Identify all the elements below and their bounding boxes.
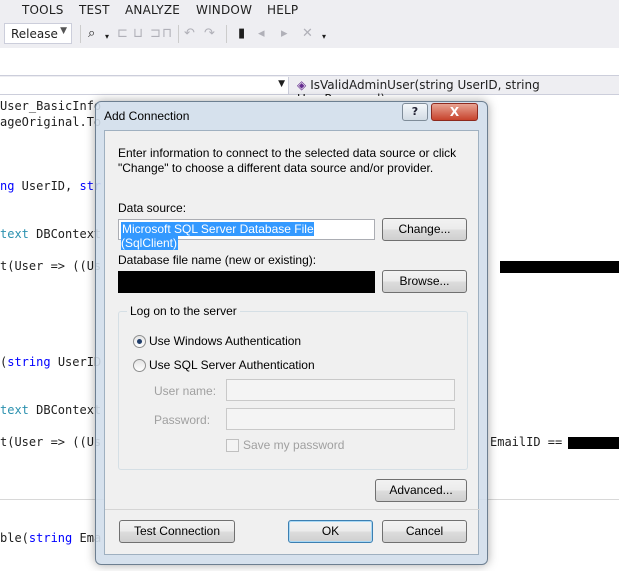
bookmark-icon[interactable]: ▮	[238, 26, 245, 41]
find-in-files-icon[interactable]: ⌕	[88, 26, 95, 41]
change-button[interactable]: Change...	[382, 218, 467, 241]
menu-analyze[interactable]: ANALYZE	[125, 3, 180, 17]
navigation-bar: ▼ ◈ IsValidAdminUser(string UserID, strin…	[0, 75, 619, 106]
redacted-block	[568, 437, 619, 449]
data-source-value: Microsoft SQL Server Database File (SqlC…	[121, 222, 314, 250]
db-file-input[interactable]	[118, 271, 375, 293]
ok-button[interactable]: OK	[288, 520, 373, 543]
password-label: Password:	[154, 413, 211, 427]
code-line: User_BasicInfo	[0, 99, 102, 113]
dropdown-arrow-icon[interactable]: ▾	[105, 32, 109, 41]
type-dropdown[interactable]: ▼	[0, 77, 289, 94]
cancel-button[interactable]: Cancel	[382, 520, 467, 543]
toolbar-separator	[80, 25, 81, 43]
password-input[interactable]	[226, 408, 455, 430]
redacted-block	[500, 261, 619, 273]
code-line: (string UserID	[0, 355, 101, 369]
help-button[interactable]: ?	[402, 103, 428, 121]
test-connection-button[interactable]: Test Connection	[119, 520, 235, 543]
menu-bar: TOOLS TEST ANALYZE WINDOW HELP	[0, 0, 619, 20]
code-line: t(User => ((Us	[0, 435, 102, 449]
db-file-label: Database file name (new or existing):	[118, 253, 317, 267]
align-bottom-icon[interactable]: ⊔	[133, 26, 143, 41]
uncomment-icon[interactable]: ↷	[204, 26, 215, 41]
code-text: UserID	[50, 355, 102, 369]
user-name-label: User name:	[154, 384, 217, 398]
method-icon: ◈	[297, 78, 307, 92]
dialog-separator	[105, 509, 480, 510]
code-line: ng UserID, str	[0, 179, 101, 193]
advanced-button[interactable]: Advanced...	[375, 479, 467, 502]
sql-auth-radio[interactable]	[133, 359, 146, 372]
browse-button[interactable]: Browse...	[382, 270, 467, 293]
code-text: UserID,	[14, 179, 80, 193]
align-top-icon[interactable]: ⊓	[162, 26, 172, 41]
toolbar: Release ▼ ⌕ ▾ ⊏ ⊔ ⊐ ⊓ ↶ ↷ ▮ ◂ ▸ ✕ ▾	[0, 20, 619, 48]
code-line: text DBContext	[0, 227, 101, 241]
prev-bookmark-icon[interactable]: ◂	[258, 26, 265, 41]
data-source-field[interactable]: Microsoft SQL Server Database File (SqlC…	[118, 219, 375, 250]
user-name-input[interactable]	[226, 379, 455, 401]
ide-window: TOOLS TEST ANALYZE WINDOW HELP Release ▼…	[0, 0, 619, 571]
save-password-label[interactable]: Save my password	[243, 438, 344, 452]
code-line: t(User => ((Us	[0, 259, 102, 273]
dialog-body: Enter information to connect to the sele…	[104, 130, 480, 555]
code-text: DBContext	[28, 227, 102, 241]
logon-group-title: Log on to the server	[127, 304, 240, 318]
sql-auth-label[interactable]: Use SQL Server Authentication	[149, 358, 315, 372]
solution-config-dropdown[interactable]: Release ▼	[4, 23, 72, 44]
code-text: ble(	[0, 531, 29, 545]
close-button[interactable]: X	[431, 103, 478, 121]
next-bookmark-icon[interactable]: ▸	[281, 26, 288, 41]
code-keyword: ng	[0, 179, 15, 193]
dialog-instructions: Enter information to connect to the sele…	[118, 146, 457, 175]
chevron-down-icon: ▼	[278, 79, 285, 89]
toolbar-separator	[226, 25, 227, 43]
solution-config-value: Release	[11, 27, 58, 41]
menu-test[interactable]: TEST	[79, 3, 110, 17]
code-keyword: string	[7, 355, 51, 369]
menu-window[interactable]: WINDOW	[196, 3, 252, 17]
code-line: EmailID ==	[490, 435, 563, 449]
code-keyword: string	[28, 531, 73, 545]
windows-auth-label[interactable]: Use Windows Authentication	[149, 334, 301, 348]
dialog-title: Add Connection	[104, 109, 190, 123]
add-connection-dialog: Add Connection ? X Enter information to …	[95, 101, 488, 565]
code-type: text	[0, 227, 29, 241]
code-text: DBContext	[28, 403, 102, 417]
overflow-chevron-icon[interactable]: ▾	[322, 32, 326, 41]
toolbar-separator	[178, 25, 179, 43]
code-line: text DBContext	[0, 403, 101, 417]
data-source-label: Data source:	[118, 201, 187, 215]
align-left-icon[interactable]: ⊏	[117, 26, 128, 41]
align-right-icon[interactable]: ⊐	[150, 26, 161, 41]
save-password-checkbox[interactable]	[226, 439, 239, 452]
windows-auth-radio[interactable]	[133, 335, 146, 348]
comment-icon[interactable]: ↶	[184, 26, 195, 41]
clear-bookmarks-icon[interactable]: ✕	[302, 26, 313, 41]
code-line: ble(string Ema	[0, 531, 101, 545]
code-type: text	[0, 403, 29, 417]
chevron-down-icon: ▼	[60, 26, 67, 36]
code-line: ageOriginal.To	[0, 115, 102, 129]
menu-help[interactable]: HELP	[267, 3, 298, 17]
menu-tools[interactable]: TOOLS	[22, 3, 64, 17]
